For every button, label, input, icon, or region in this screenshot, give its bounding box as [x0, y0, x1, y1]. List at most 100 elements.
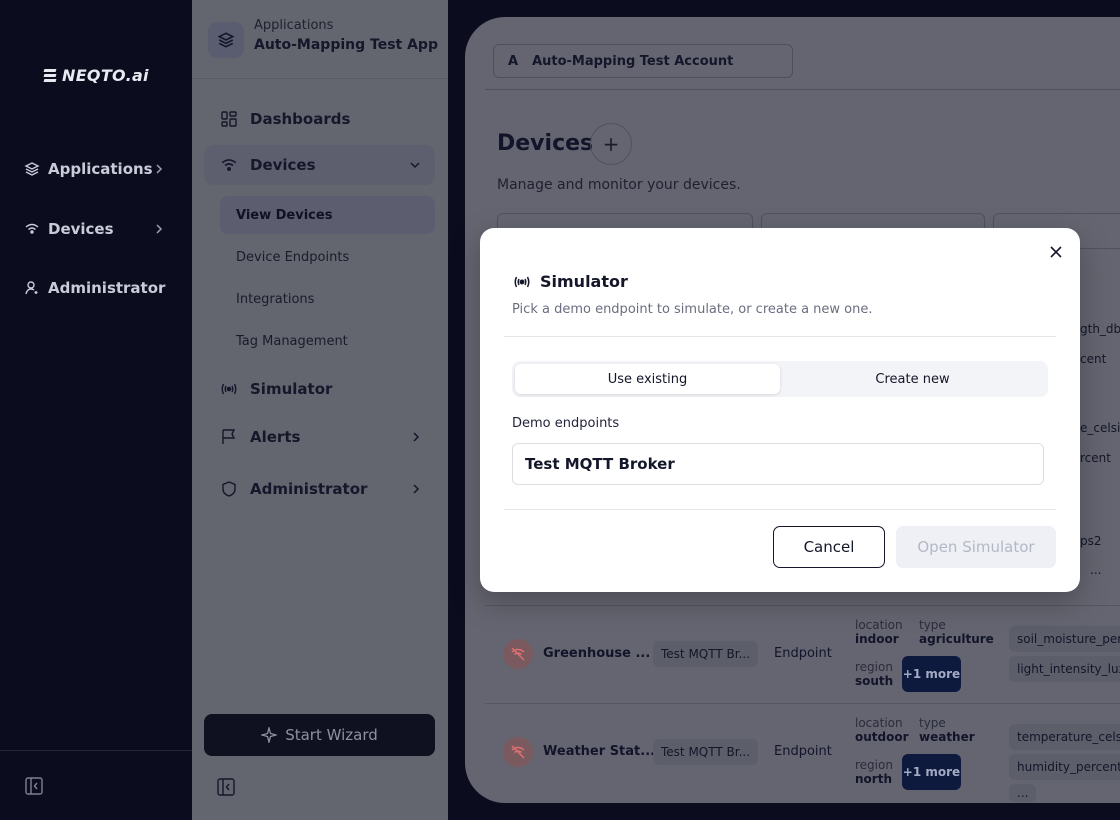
- more-tags-button[interactable]: +1 more: [902, 656, 961, 692]
- tag-type: type agriculture: [919, 618, 994, 646]
- tag-value: agriculture: [919, 632, 994, 646]
- app-layers-icon: [208, 22, 244, 58]
- tag-value: indoor: [855, 632, 899, 646]
- nav-label: Simulator: [250, 380, 333, 398]
- metric-pill: light_intensity_lux: [1009, 656, 1120, 682]
- nav-alerts[interactable]: Alerts: [204, 417, 435, 457]
- tag-peek: gth_dbr: [1080, 322, 1120, 336]
- start-wizard-label: Start Wizard: [285, 726, 378, 744]
- rail-item-administrator[interactable]: Administrator: [24, 274, 174, 302]
- app-name: Auto-Mapping Test App: [254, 37, 438, 53]
- tag-key: location: [855, 618, 903, 632]
- device-name[interactable]: Greenhouse ...: [543, 646, 650, 661]
- broadcast-icon: [221, 383, 237, 395]
- tab-use-existing[interactable]: Use existing: [515, 364, 780, 394]
- nav-label: Alerts: [250, 428, 301, 446]
- demo-endpoint-select[interactable]: Test MQTT Broker: [512, 443, 1044, 485]
- divider: [504, 509, 1056, 510]
- metric-pill: soil_moisture_perce: [1009, 626, 1120, 652]
- start-wizard-button[interactable]: Start Wizard: [204, 714, 435, 756]
- rail-item-applications[interactable]: Applications: [24, 155, 174, 183]
- selected-endpoint: Test MQTT Broker: [525, 455, 675, 473]
- tag-peek: ...: [1090, 563, 1102, 577]
- divider: [0, 750, 192, 751]
- subnav-tag-management[interactable]: Tag Management: [220, 322, 435, 360]
- tag-value: weather: [919, 730, 975, 744]
- primary-rail: NEQTO.ai Applications Devices Administra…: [0, 0, 192, 820]
- chevron-right-icon: [413, 484, 420, 494]
- chevron-right-icon: [156, 164, 163, 174]
- logo-text: NEQTO.ai: [62, 66, 149, 85]
- nav-simulator[interactable]: Simulator: [204, 369, 435, 409]
- collapse-panel-icon[interactable]: [216, 777, 236, 797]
- nav-administrator[interactable]: Administrator: [204, 469, 435, 509]
- nav-dashboards[interactable]: Dashboards: [204, 99, 435, 139]
- tag-value: south: [855, 674, 894, 688]
- divider: [485, 89, 1120, 90]
- more-tags-button[interactable]: +1 more: [902, 754, 961, 790]
- shield-icon: [222, 481, 236, 497]
- cancel-button[interactable]: Cancel: [773, 526, 885, 568]
- grid-icon: [221, 111, 237, 127]
- tag-location: location outdoor: [855, 716, 909, 744]
- metric-pill: temperature_celsius: [1009, 724, 1120, 750]
- app-switcher[interactable]: Applications Auto-Mapping Test App: [208, 18, 438, 58]
- device-name[interactable]: Weather Stat...: [543, 744, 655, 759]
- page-subtitle: Manage and monitor your devices.: [497, 177, 741, 193]
- nav-label: Dashboards: [250, 110, 351, 128]
- subnav-integrations[interactable]: Integrations: [220, 280, 435, 318]
- brand-logo[interactable]: NEQTO.ai: [43, 66, 149, 85]
- open-simulator-button[interactable]: Open Simulator: [896, 526, 1056, 568]
- nav-label: Administrator: [250, 480, 368, 498]
- endpoint-pill: Test MQTT Br...: [653, 641, 759, 667]
- tag-peek: e_celsius: [1080, 421, 1120, 435]
- tag-key: location: [855, 716, 903, 730]
- mode-tabs: Use existing Create new: [512, 361, 1048, 397]
- wifi-icon: [25, 223, 39, 234]
- chevron-right-icon: [413, 432, 420, 442]
- endpoint-kind: Endpoint: [774, 646, 832, 661]
- collapse-sidebar-icon[interactable]: [24, 776, 44, 796]
- offline-icon: [503, 639, 533, 669]
- demo-endpoints-label: Demo endpoints: [512, 416, 620, 431]
- app-kicker: Applications: [254, 18, 334, 33]
- page-title: Devices: [497, 131, 594, 156]
- nav-label: Devices: [250, 156, 316, 174]
- tab-create-new[interactable]: Create new: [780, 364, 1045, 394]
- dialog-description: Pick a demo endpoint to simulate, or cre…: [512, 302, 873, 317]
- endpoint-kind: Endpoint: [774, 744, 832, 759]
- metric-pill: humidity_percent: [1009, 754, 1120, 780]
- table-row[interactable]: Weather Stat... Test MQTT Br... Endpoint…: [485, 703, 1120, 802]
- rail-item-devices[interactable]: Devices: [24, 215, 174, 243]
- subnav-view-devices[interactable]: View Devices: [220, 196, 435, 234]
- secondary-sidebar: Applications Auto-Mapping Test App Dashb…: [192, 0, 448, 820]
- rail-item-label: Applications: [48, 160, 153, 178]
- divider: [192, 78, 448, 79]
- dialog-header: Simulator: [512, 272, 628, 291]
- tag-peek: cent: [1080, 352, 1107, 366]
- flag-icon: [222, 429, 236, 444]
- nav-devices[interactable]: Devices: [204, 145, 435, 185]
- layers-icon: [24, 162, 40, 176]
- endpoint-pill: Test MQTT Br...: [653, 739, 759, 765]
- tag-value: north: [855, 772, 892, 786]
- metric-pill: ...: [1009, 784, 1037, 802]
- table-row[interactable]: Greenhouse ... Test MQTT Br... Endpoint …: [485, 605, 1120, 703]
- sparkle-icon: [261, 727, 278, 743]
- offline-icon: [503, 737, 533, 767]
- divider: [504, 336, 1056, 337]
- subnav-device-endpoints[interactable]: Device Endpoints: [220, 238, 435, 276]
- logo-mark-icon: [43, 68, 57, 83]
- add-device-button[interactable]: +: [590, 123, 632, 165]
- tag-value: outdoor: [855, 730, 909, 744]
- chevron-right-icon: [156, 224, 163, 234]
- tag-peek: rcent: [1080, 451, 1111, 465]
- tag-location: location indoor: [855, 618, 903, 646]
- tag-peek: ps2: [1080, 534, 1102, 548]
- tag-region: region south: [855, 660, 893, 688]
- user-icon: [25, 281, 38, 295]
- close-icon[interactable]: [1048, 244, 1064, 260]
- tag-key: region: [855, 758, 893, 772]
- account-initial: A: [508, 53, 519, 69]
- account-switcher[interactable]: A Auto-Mapping Test Account: [493, 44, 793, 78]
